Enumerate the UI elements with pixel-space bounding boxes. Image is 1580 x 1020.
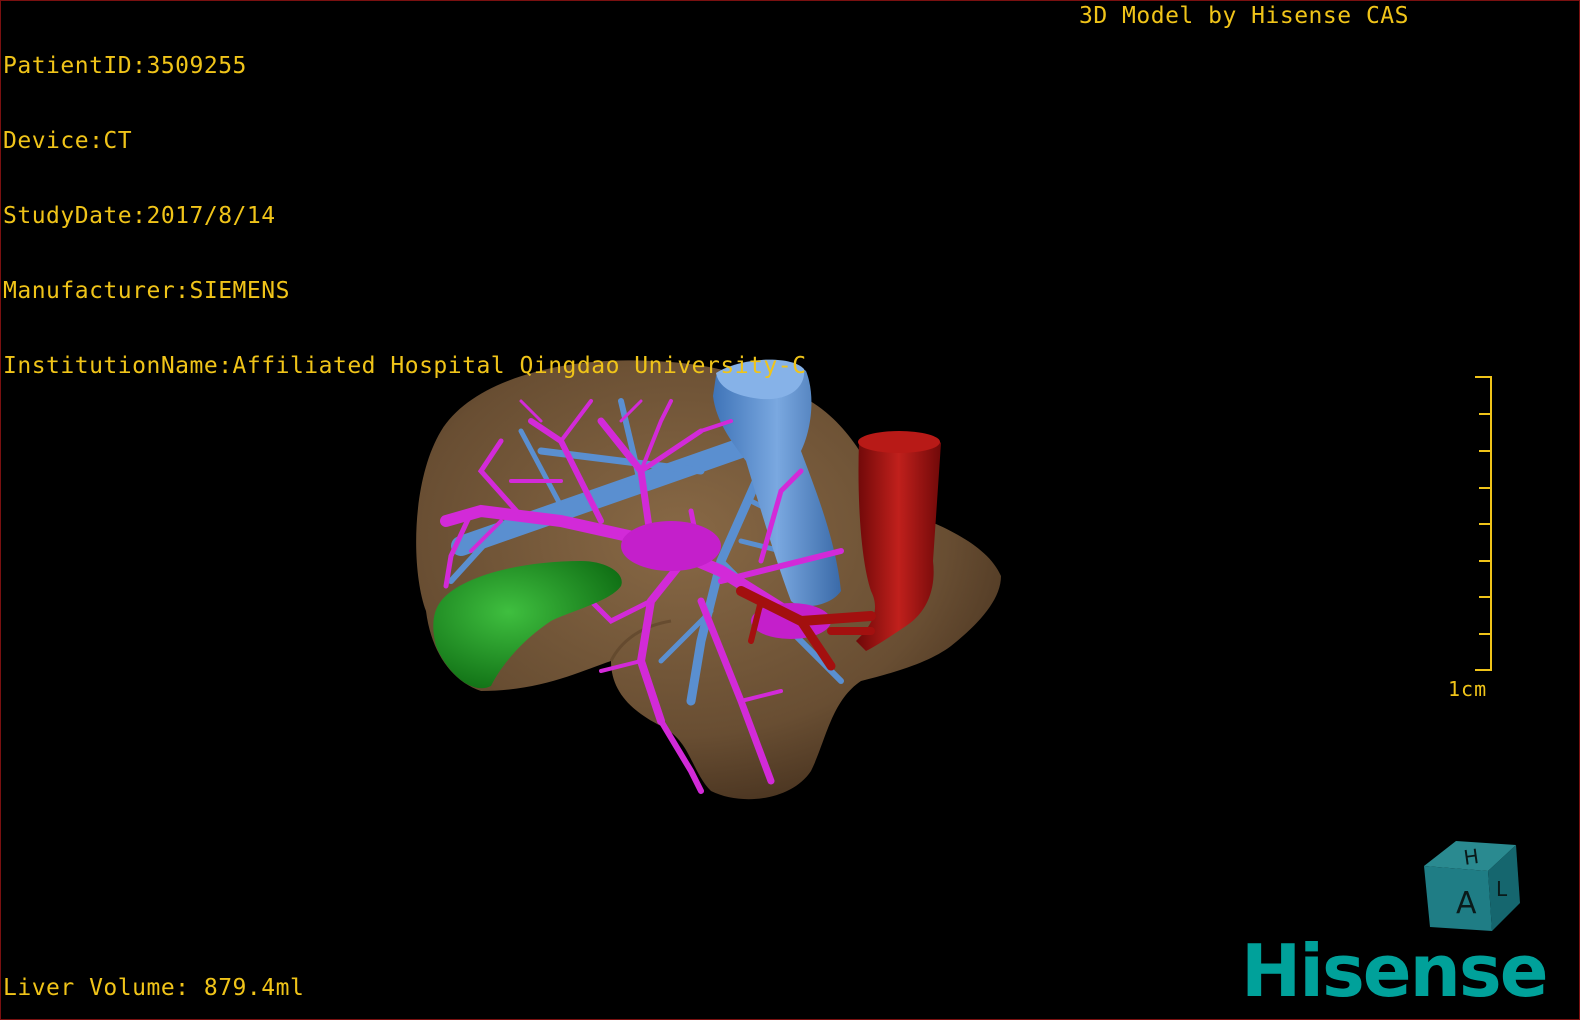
manufacturer: Manufacturer:SIEMENS [3,278,290,304]
liver-volume: Liver Volume: 879.4ml [3,975,305,1001]
study-date: StudyDate:2017/8/14 [3,203,276,229]
scale-label: 1cm [1448,677,1488,701]
aorta-top [858,431,940,453]
patient-id: PatientID:3509255 [3,53,247,79]
scale-bar [1475,376,1492,671]
device: Device:CT [3,128,133,154]
cube-side-label: L [1496,877,1508,901]
model-title: 3D Model by Hisense CAS [1079,3,1409,29]
portal-vein-confluence [621,521,721,571]
hisense-logo: Hisense [1241,929,1549,1013]
study-info: PatientID:3509255 Device:CT StudyDate:20… [3,4,806,429]
cube-front-label: A [1456,886,1477,921]
institution-name: InstitutionName:Affiliated Hospital Qing… [3,353,807,379]
3d-viewport[interactable]: PatientID:3509255 Device:CT StudyDate:20… [0,0,1580,1020]
orientation-cube[interactable]: A H L [1416,831,1531,941]
